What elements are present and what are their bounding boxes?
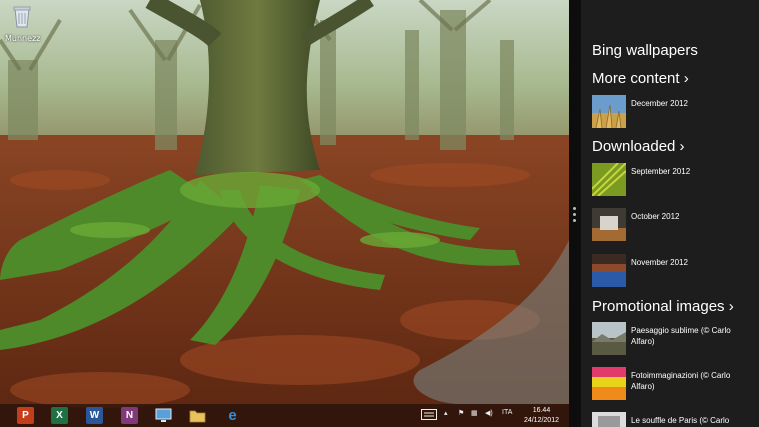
splitter-grip-dot <box>573 213 576 216</box>
network-icon[interactable]: ▦ <box>471 409 478 417</box>
item-label: December 2012 <box>631 99 688 108</box>
app-title: Bing wallpapers <box>592 42 698 59</box>
item-label: September 2012 <box>631 167 691 176</box>
forest-wallpaper <box>0 0 569 427</box>
splitter-grip-dot <box>573 207 576 210</box>
promotional-images-heading[interactable]: Promotional images › <box>592 298 734 315</box>
recycle-bin-icon <box>13 6 31 28</box>
list-item[interactable]: Fotoimmaginazioni (© Carlo Alfaro) <box>592 367 758 401</box>
recycle-bin-label: Munnezz <box>5 34 41 43</box>
list-item[interactable]: October 2012 <box>592 208 758 242</box>
list-item[interactable]: Paesaggio sublime (© Carlo Alfaro) <box>592 322 758 356</box>
thumbnail-november-2012 <box>592 254 626 287</box>
volume-icon[interactable]: ◀) <box>485 409 493 417</box>
more-content-heading[interactable]: More content › <box>592 70 689 87</box>
thumbnail-october-2012 <box>592 208 626 241</box>
item-label: Fotoimmaginazioni (© Carlo Alfaro) <box>631 371 731 391</box>
onenote-icon[interactable]: N <box>121 407 138 424</box>
taskbar: P X W N e ▴ ⚑ ▦ ◀) ITA 16.44 24/12/2012 <box>0 404 569 427</box>
language-indicator[interactable]: ITA <box>502 409 512 416</box>
thumbnail-fotoimmaginazioni <box>592 367 626 400</box>
clock[interactable]: 16.44 24/12/2012 <box>524 406 559 426</box>
thumbnail-paesaggio-sublime <box>592 322 626 355</box>
clock-date: 24/12/2012 <box>523 417 559 424</box>
remote-desktop-icon[interactable] <box>155 407 172 424</box>
word-icon[interactable]: W <box>86 407 103 424</box>
action-center-icon[interactable]: ⚑ <box>458 409 464 417</box>
clock-time: 16.44 <box>532 407 551 414</box>
list-item[interactable]: Le souffle de Paris (© Carlo <box>592 412 758 427</box>
powerpoint-icon[interactable]: P <box>17 407 34 424</box>
list-item[interactable]: September 2012 <box>592 163 758 197</box>
list-item[interactable]: December 2012 <box>592 95 758 129</box>
splitter-grip-dot <box>573 219 576 222</box>
recycle-bin[interactable]: Munnezz <box>5 4 41 43</box>
internet-explorer-icon[interactable]: e <box>224 407 241 424</box>
file-explorer-icon[interactable] <box>189 407 206 424</box>
snap-splitter[interactable] <box>569 0 581 427</box>
item-label: Le souffle de Paris (© Carlo <box>631 416 730 425</box>
thumbnail-december-2012 <box>592 95 626 128</box>
item-label: Paesaggio sublime (© Carlo Alfaro) <box>631 326 731 346</box>
desktop-wallpaper: Munnezz P X W N e ▴ ⚑ ▦ ◀) ITA 16.44 24/… <box>0 0 569 427</box>
item-label: October 2012 <box>631 212 680 221</box>
list-item[interactable]: November 2012 <box>592 254 758 288</box>
keyboard-icon[interactable] <box>421 409 437 422</box>
show-hidden-icons-icon[interactable]: ▴ <box>444 409 448 417</box>
downloaded-heading[interactable]: Downloaded › <box>592 138 685 155</box>
thumbnail-september-2012 <box>592 163 626 196</box>
thumbnail-le-souffle-de-paris <box>592 412 626 427</box>
excel-icon[interactable]: X <box>51 407 68 424</box>
bing-wallpapers-app: Bing wallpapers More content › December … <box>581 0 759 427</box>
item-label: November 2012 <box>631 258 688 267</box>
